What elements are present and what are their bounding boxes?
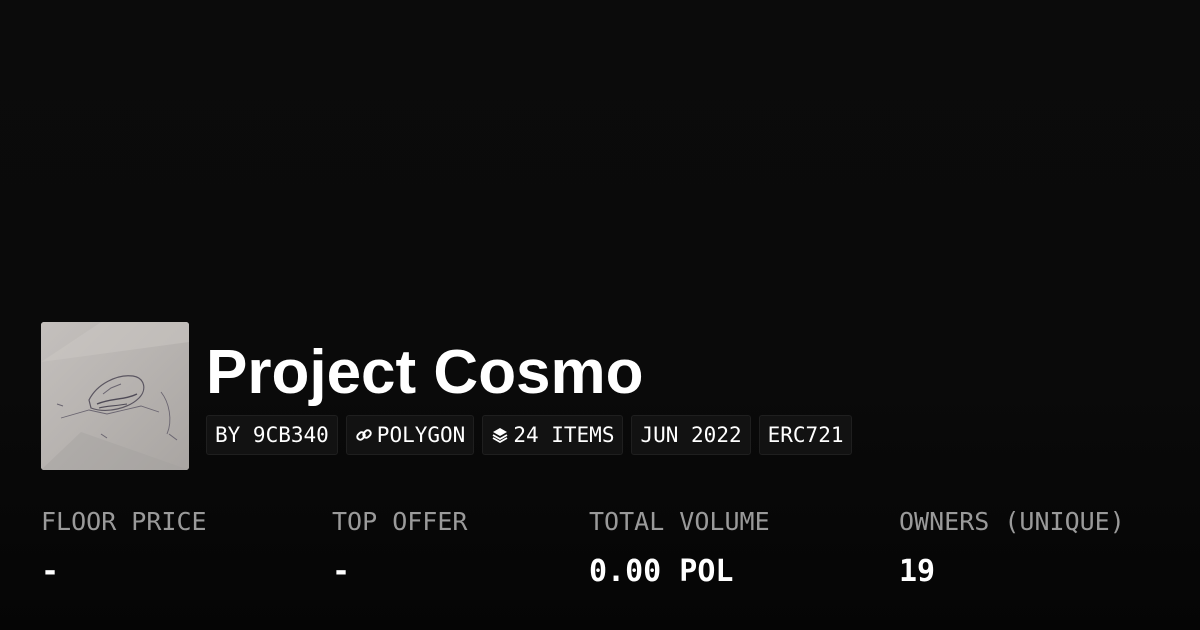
stat-floor-price-label: FLOOR PRICE [41, 507, 207, 536]
stat-total-volume-label: TOTAL VOLUME [589, 507, 770, 536]
tag-chain[interactable]: POLYGON [345, 415, 475, 455]
stat-top-offer-value: - [332, 554, 351, 589]
stat-floor-price-value: - [41, 554, 60, 589]
tag-items[interactable]: 24 ITEMS [482, 415, 624, 455]
layers-icon [491, 426, 509, 444]
stat-owners-label: OWNERS (UNIQUE) [899, 507, 1125, 536]
stat-top-offer-label: TOP OFFER [332, 507, 468, 536]
tag-standard: ERC721 [758, 415, 853, 455]
stat-total-volume: TOTAL VOLUME 0.00 POL [589, 505, 770, 589]
link-icon [355, 426, 373, 444]
collection-tags: BY 9CB340 POLYGON 24 ITEMS JUN 2022 ERC7… [206, 415, 853, 455]
tag-date: JUN 2022 [631, 415, 751, 455]
stat-owners-value: 19 [899, 554, 936, 589]
stat-owners: OWNERS (UNIQUE) 19 [899, 505, 1125, 589]
stat-top-offer: TOP OFFER - [332, 505, 467, 589]
tag-creator[interactable]: BY 9CB340 [206, 415, 338, 455]
collection-title: Project Cosmo [206, 338, 644, 407]
tag-standard-label: ERC721 [767, 423, 844, 447]
stat-floor-price: FLOOR PRICE - [41, 505, 207, 589]
tag-chain-label: POLYGON [376, 423, 466, 447]
tag-creator-label: BY 9CB340 [215, 423, 329, 447]
stat-total-volume-value: 0.00 POL [589, 554, 734, 589]
tag-items-label: 24 ITEMS [513, 423, 615, 447]
tag-date-label: JUN 2022 [640, 423, 742, 447]
collection-thumbnail [41, 322, 189, 470]
